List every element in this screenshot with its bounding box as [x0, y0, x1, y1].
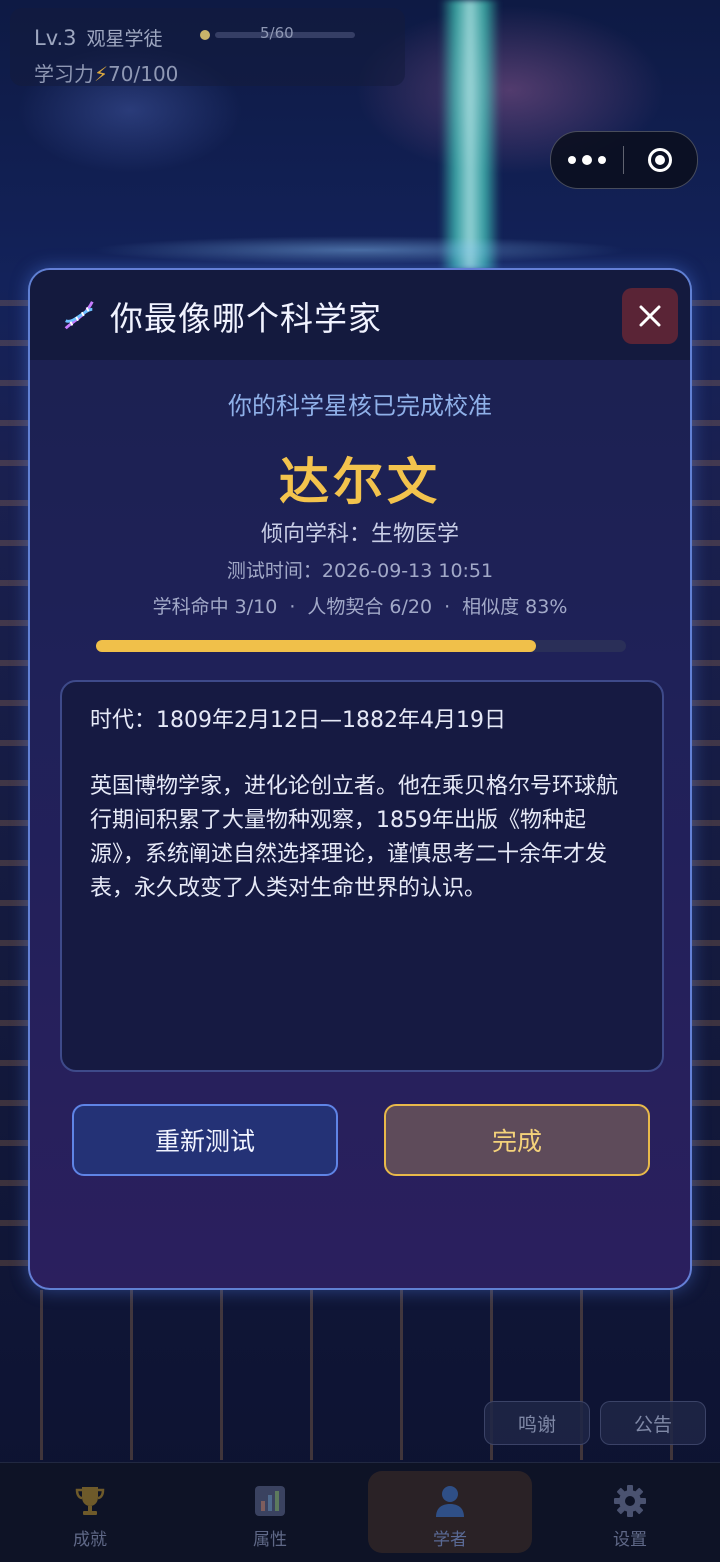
tab-settings-label: 设置	[613, 1530, 647, 1550]
bottom-tab-bar: 成就 属性 学者 设置	[0, 1462, 720, 1562]
bar-chart-icon	[255, 1486, 285, 1516]
modal-title: 你最像哪个科学家	[110, 299, 382, 338]
level-title: 观星学徒	[86, 28, 163, 50]
notice-button[interactable]: 公告	[600, 1401, 706, 1445]
match-stats: 学科命中 3/10 · 人物契合 6/20 · 相似度 83%	[30, 592, 690, 619]
subject-hit: 学科命中 3/10	[152, 596, 278, 618]
study-value: 70/100	[108, 62, 179, 86]
scientist-name: 达尔文	[279, 453, 441, 511]
person-match: 人物契合 6/20	[307, 596, 433, 618]
target-icon[interactable]	[624, 132, 696, 188]
exp-text: 5/60	[260, 24, 294, 42]
stats-separator: ·	[444, 596, 451, 618]
result-subtitle: 你的科学星核已完成校准	[228, 392, 492, 420]
modal-header: 你最像哪个科学家	[30, 270, 690, 360]
gear-icon	[614, 1485, 646, 1517]
lightning-icon: ⚡	[94, 62, 109, 86]
tab-settings[interactable]: 设置	[550, 1463, 710, 1562]
tab-scholar-label: 学者	[433, 1530, 467, 1550]
horizon-glow	[0, 230, 720, 270]
tab-achievements[interactable]: 成就	[10, 1463, 170, 1562]
scientist-result-modal: 你最像哪个科学家 你的科学星核已完成校准 达尔文 倾向学科：生物医学 测试时间：…	[28, 268, 692, 1290]
subject-tendency: 倾向学科：生物医学	[260, 522, 459, 547]
tab-attributes-label: 属性	[253, 1530, 287, 1550]
miniprogram-capsule	[550, 131, 698, 189]
study-label: 学习力	[34, 62, 94, 86]
scientist-info-box: 时代：1809年2月12日—1882年4月19日 英国博物学家，进化论创立者。他…	[60, 680, 664, 1072]
tab-attributes[interactable]: 属性	[190, 1463, 350, 1562]
more-dots-icon[interactable]	[551, 132, 623, 188]
stats-separator: ·	[289, 596, 296, 618]
close-button[interactable]	[622, 288, 678, 344]
similarity-progress-bar	[96, 640, 626, 652]
person-icon	[436, 1486, 464, 1517]
close-icon	[639, 305, 661, 327]
tab-achievements-label: 成就	[73, 1530, 107, 1550]
test-time: 测试时间：2026-09-13 10:51	[226, 560, 494, 582]
thanks-button[interactable]: 鸣谢	[484, 1401, 590, 1445]
level-display: Lv.3 观星学徒	[34, 24, 163, 51]
trophy-icon	[75, 1487, 105, 1515]
dna-icon	[64, 301, 94, 330]
similarity-progress-fill	[96, 640, 536, 652]
level-text: Lv.3	[34, 26, 77, 50]
tab-scholar[interactable]: 学者	[368, 1471, 532, 1553]
done-button[interactable]: 完成	[384, 1104, 650, 1176]
era-text: 时代：1809年2月12日—1882年4月19日	[90, 708, 506, 733]
retest-button[interactable]: 重新测试	[72, 1104, 338, 1176]
player-status-panel: Lv.3 观星学徒 5/60 学习力⚡70/100	[10, 8, 405, 86]
bio-text: 英国博物学家，进化论创立者。他在乘贝格尔号环球航行期间积累了大量物种观察，185…	[90, 774, 619, 901]
study-power: 学习力⚡70/100	[34, 58, 178, 87]
exp-dot-icon	[200, 30, 210, 40]
similarity: 相似度 83%	[462, 596, 568, 618]
